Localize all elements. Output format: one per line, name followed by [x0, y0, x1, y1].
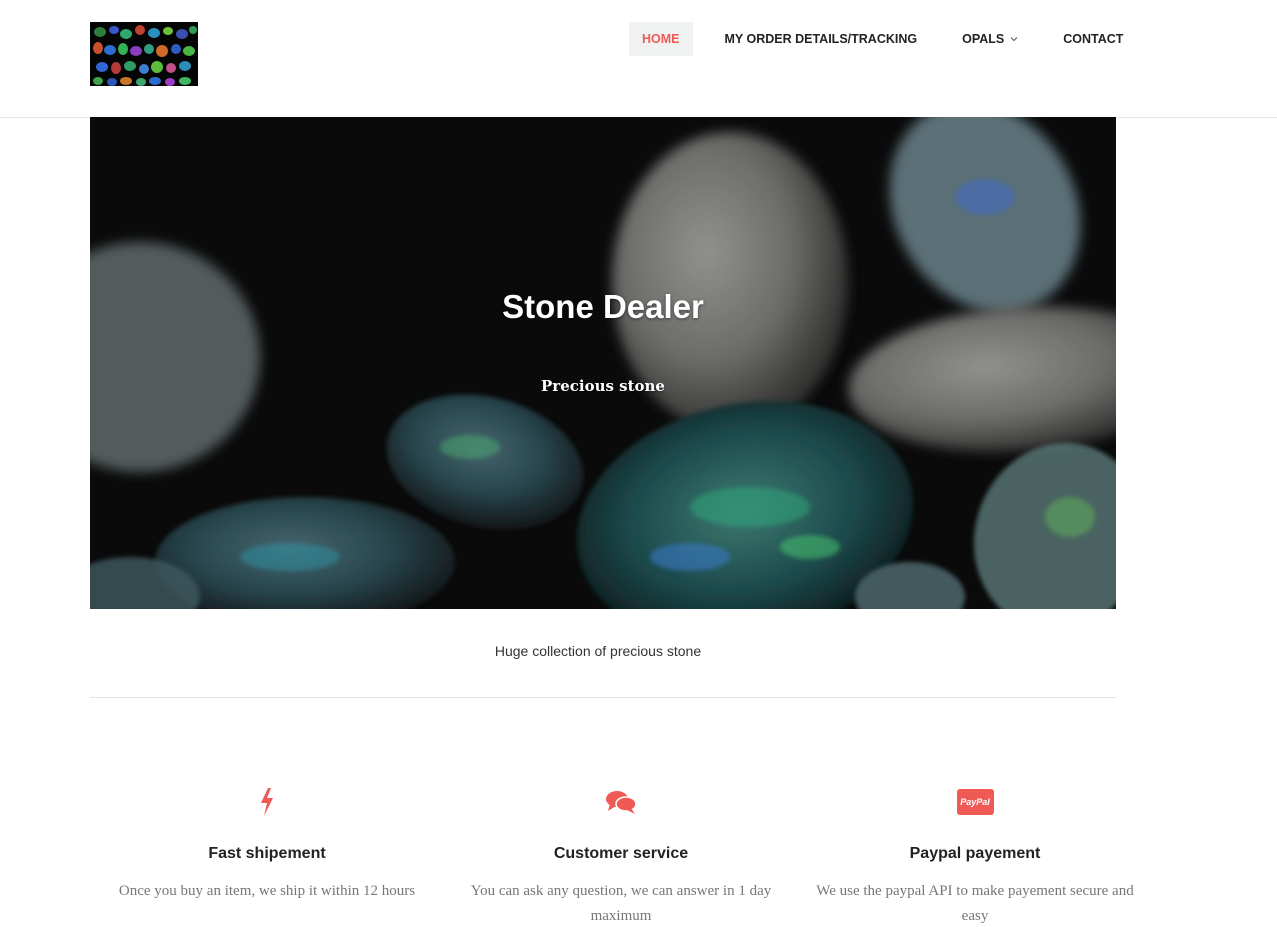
site-header: HOME MY ORDER DETAILS/TRACKING OPALS CON…	[0, 0, 1277, 118]
feature-text: You can ask any question, we can answer …	[470, 883, 772, 924]
nav-order-tracking[interactable]: MY ORDER DETAILS/TRACKING	[712, 22, 931, 56]
chevron-down-icon	[1010, 37, 1018, 42]
hero-banner: Stone Dealer Precious stone	[90, 117, 1116, 609]
nav-opals-label: OPALS	[962, 32, 1005, 46]
feature-text: We use the paypal API to make payement s…	[816, 883, 1134, 924]
nav-home[interactable]: HOME	[629, 22, 693, 56]
site-logo[interactable]	[90, 22, 198, 86]
nav-opals[interactable]: OPALS	[949, 22, 1031, 56]
feature-text: Once you buy an item, we ship it within …	[118, 883, 416, 899]
nav-home-label: HOME	[642, 32, 680, 46]
hero-opal-image	[90, 117, 1116, 609]
hero-subtitle: Precious stone	[541, 377, 665, 395]
opal-logo-image	[90, 22, 198, 86]
lightning-bolt-icon	[261, 788, 273, 816]
section-divider	[90, 697, 1116, 698]
main-nav: HOME MY ORDER DETAILS/TRACKING OPALS CON…	[629, 22, 1136, 56]
feature-title: Paypal payement	[909, 845, 1041, 862]
feature-fast-shipping: Fast shipement Once you buy an item, we …	[90, 785, 444, 904]
paypal-icon: PayPal	[956, 789, 994, 815]
nav-order-tracking-label: MY ORDER DETAILS/TRACKING	[724, 32, 918, 46]
feature-paypal: PayPal Paypal payement We use the paypal…	[798, 785, 1152, 927]
feature-title: Customer service	[553, 845, 689, 862]
hero-title: Stone Dealer	[502, 288, 704, 325]
feature-customer-service: Customer service You can ask any questio…	[444, 785, 798, 927]
feature-title: Fast shipement	[208, 845, 326, 862]
tagline-text: Huge collection of precious stone	[494, 643, 702, 659]
chat-bubbles-icon	[606, 791, 637, 814]
nav-contact-label: CONTACT	[1063, 32, 1124, 46]
nav-contact[interactable]: CONTACT	[1050, 22, 1136, 56]
